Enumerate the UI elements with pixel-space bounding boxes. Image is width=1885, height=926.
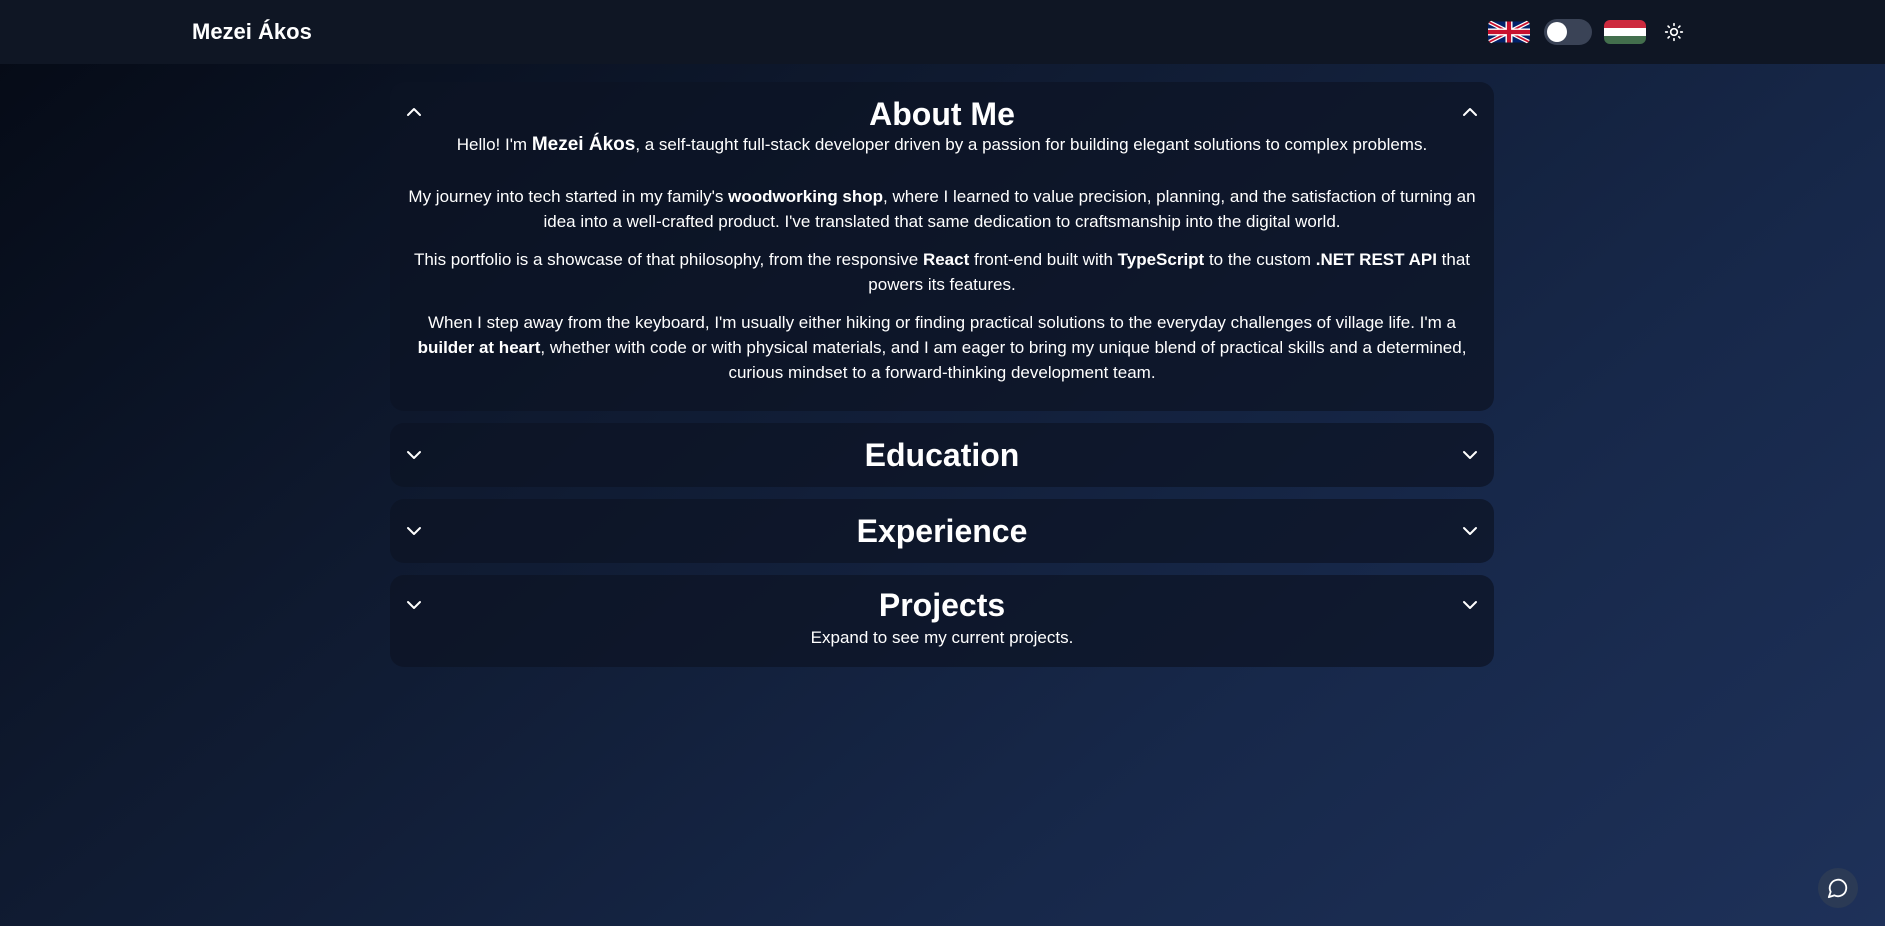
experience-header[interactable]: Experience — [390, 499, 1494, 563]
education-card[interactable]: Education — [390, 423, 1494, 487]
nav-controls — [1488, 0, 1686, 64]
brand-logo[interactable]: Mezei Ákos — [192, 0, 312, 64]
experience-title: Experience — [856, 513, 1028, 549]
projects-card[interactable]: Projects Expand to see my current projec… — [390, 575, 1494, 667]
main-content: About Me Hello! I'm Mezei Ákos, a self-t… — [390, 82, 1494, 679]
education-title: Education — [864, 437, 1020, 473]
about-paragraph-hobbies: When I step away from the keyboard, I'm … — [417, 313, 1467, 382]
theme-toggle-button[interactable] — [1662, 20, 1686, 44]
about-body: Hello! I'm Mezei Ákos, a self-taught ful… — [390, 130, 1494, 411]
chevron-up-icon[interactable] — [1460, 102, 1480, 122]
chevron-down-icon[interactable] — [1460, 445, 1480, 465]
toggle-knob — [1547, 22, 1567, 42]
hungary-flag-icon[interactable] — [1604, 20, 1646, 44]
navbar: Mezei Ákos — [0, 0, 1885, 64]
about-header[interactable]: About Me — [390, 82, 1494, 132]
experience-card[interactable]: Experience — [390, 499, 1494, 563]
sun-icon — [1664, 22, 1684, 42]
education-header[interactable]: Education — [390, 423, 1494, 487]
chat-bubble-icon — [1827, 878, 1848, 899]
about-paragraph-intro: Hello! I'm Mezei Ákos, a self-taught ful… — [456, 134, 1428, 155]
chevron-down-icon[interactable] — [1460, 595, 1480, 615]
about-title: About Me — [869, 96, 1015, 132]
chat-button[interactable] — [1818, 868, 1858, 908]
projects-header[interactable]: Projects — [390, 575, 1494, 627]
chevron-down-icon[interactable] — [1460, 521, 1480, 541]
about-paragraph-journey: My journey into tech started in my famil… — [408, 187, 1476, 231]
language-toggle[interactable] — [1544, 19, 1592, 45]
projects-subtitle: Expand to see my current projects. — [810, 628, 1074, 647]
uk-flag-icon[interactable] — [1488, 20, 1530, 44]
about-paragraph-portfolio: This portfolio is a showcase of that phi… — [413, 250, 1471, 294]
about-card: About Me Hello! I'm Mezei Ákos, a self-t… — [390, 82, 1494, 411]
projects-title: Projects — [878, 587, 1006, 623]
